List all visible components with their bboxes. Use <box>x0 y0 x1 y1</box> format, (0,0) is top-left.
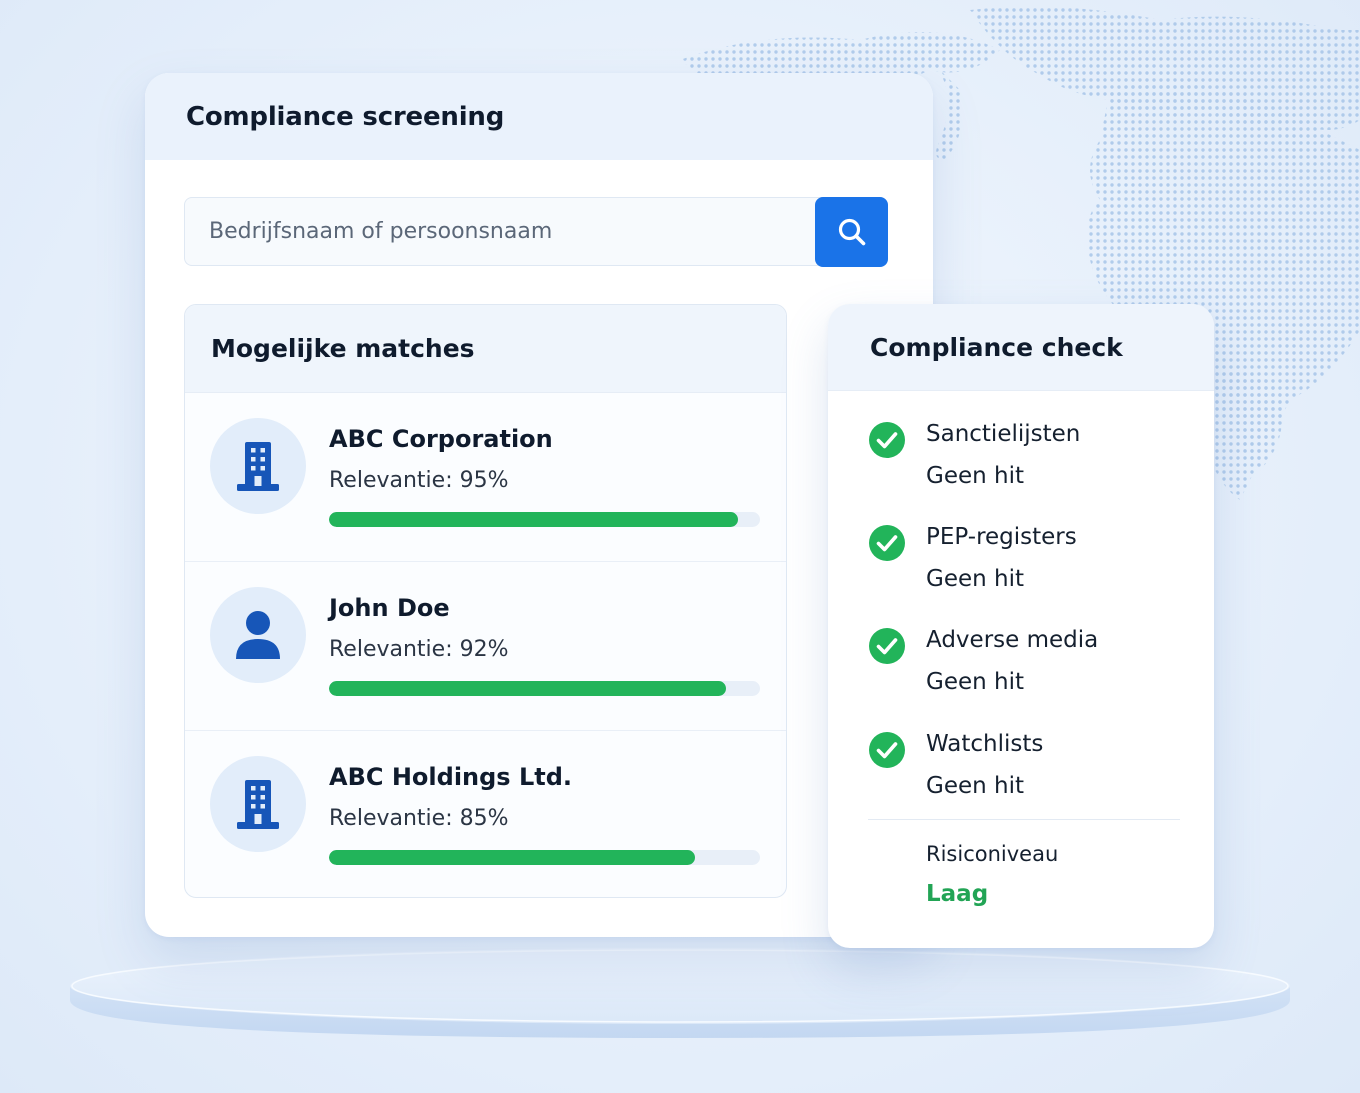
relevance-text: Relevantie: 95% <box>329 468 509 493</box>
divider <box>868 819 1180 820</box>
check-item-adverse-media: Adverse media Geen hit <box>868 615 1188 695</box>
search-icon <box>838 218 865 246</box>
check-item-pep: PEP-registers Geen hit <box>868 512 1188 592</box>
search-button[interactable] <box>815 197 888 267</box>
person-icon <box>236 611 280 659</box>
compliance-screening-card: Compliance screening Mogelijke matches <box>145 73 933 937</box>
relevance-bar-fill <box>329 512 739 527</box>
relevance-bar-fill <box>329 850 696 865</box>
check-label: PEP-registers <box>926 524 1077 550</box>
relevance-bar <box>329 850 760 865</box>
check-status: Geen hit <box>926 566 1024 592</box>
check-circle-icon <box>869 422 905 458</box>
risk-level-label: Risiconiveau <box>926 842 1059 866</box>
building-icon <box>237 780 279 829</box>
avatar <box>210 587 306 683</box>
matches-header: Mogelijke matches <box>185 305 786 393</box>
matches-panel: Mogelijke matches ABC Corporation Releva… <box>184 304 787 898</box>
relevance-bar <box>329 681 760 696</box>
check-item-watchlists: Watchlists Geen hit <box>868 719 1188 799</box>
check-header: Compliance check <box>828 304 1214 391</box>
relevance-text: Relevantie: 92% <box>329 637 509 662</box>
page-title: Compliance screening <box>186 101 505 132</box>
relevance-text: Relevantie: 85% <box>329 806 509 831</box>
relevance-bar-fill <box>329 681 726 696</box>
check-title: Compliance check <box>870 332 1123 362</box>
check-circle-icon <box>869 628 905 664</box>
check-item-sanctions: Sanctielijsten Geen hit <box>868 409 1188 489</box>
check-label: Adverse media <box>926 627 1099 653</box>
pedestal-decoration <box>70 948 1290 1038</box>
search-input[interactable] <box>184 197 824 266</box>
relevance-bar <box>329 512 760 527</box>
check-label: Sanctielijsten <box>926 421 1081 447</box>
screening-header: Compliance screening <box>145 73 933 160</box>
risk-level-value: Laag <box>926 881 989 907</box>
avatar <box>210 756 306 852</box>
check-circle-icon <box>869 732 905 768</box>
match-name: ABC Holdings Ltd. <box>329 763 573 791</box>
check-circle-icon <box>869 525 905 561</box>
match-name: ABC Corporation <box>329 425 553 453</box>
check-status: Geen hit <box>926 463 1024 489</box>
matches-title: Mogelijke matches <box>211 334 475 363</box>
match-name: John Doe <box>329 594 450 622</box>
check-status: Geen hit <box>926 669 1024 695</box>
match-row[interactable]: John Doe Relevantie: 92% <box>185 562 786 731</box>
match-row[interactable]: ABC Corporation Relevantie: 95% <box>185 393 786 562</box>
check-label: Watchlists <box>926 731 1044 757</box>
avatar <box>210 418 306 514</box>
check-status: Geen hit <box>926 773 1024 799</box>
search-bar <box>184 197 889 268</box>
compliance-check-card: Compliance check Sanctielijsten Geen hit… <box>828 304 1214 948</box>
building-icon <box>237 442 279 491</box>
match-row[interactable]: ABC Holdings Ltd. Relevantie: 85% <box>185 731 786 897</box>
